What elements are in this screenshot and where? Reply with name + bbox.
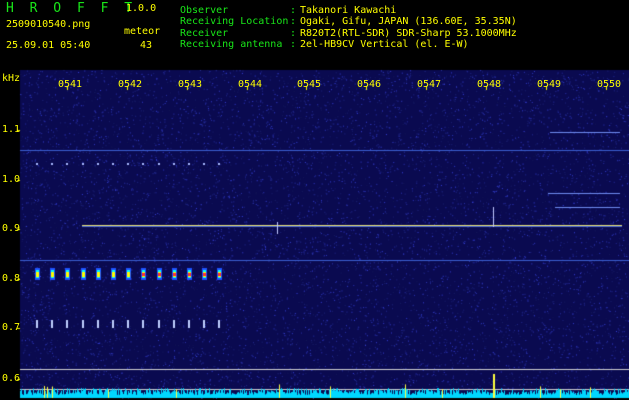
time-tick-label: 0548 [477,79,502,90]
location-label: Receiving Location [180,16,289,27]
time-tick-label: 0544 [238,79,263,90]
observer-label: Observer [180,5,229,16]
frequency-tick-label: 1.0 [2,174,21,185]
app-version: 1.0.0 [126,3,157,14]
app-title: H R O F F T [6,1,137,16]
info-separator: : [290,16,297,27]
hrofft-window: H R O F F T 1.0.0 2509010540.png meteor … [0,0,629,400]
time-tick-label: 0542 [118,79,143,90]
time-tick-label: 0547 [417,79,442,90]
time-tick-label: 0546 [357,79,382,90]
detection-count: 43 [140,40,153,51]
observer-value: Takanori Kawachi [300,5,397,16]
receiver-label: Receiver [180,28,229,39]
frequency-tick-label: 0.7 [2,322,21,333]
frequency-axis-unit: kHz [2,73,21,84]
frequency-tick-label: 0.8 [2,273,21,284]
frequency-tick-label: 0.9 [2,223,21,234]
detection-label: meteor [124,26,161,37]
time-tick-label: 0543 [178,79,203,90]
info-separator: : [290,5,297,16]
location-value: Ogaki, Gifu, JAPAN (136.60E, 35.35N) [300,16,517,27]
time-tick-label: 0549 [537,79,562,90]
frequency-tick-label: 1.1 [2,124,21,135]
spectrogram-canvas [0,0,629,400]
frequency-tick-label: 0.6 [2,373,21,384]
timestamp: 25.09.01 05:40 [6,40,91,51]
antenna-value: 2el-HB9CV Vertical (el. E-W) [300,39,469,50]
file-name: 2509010540.png [6,19,91,30]
info-separator: : [290,39,297,50]
info-separator: : [290,28,297,39]
time-tick-label: 0541 [58,79,83,90]
antenna-label: Receiving antenna [180,39,283,50]
receiver-value: R820T2(RTL-SDR) SDR-Sharp 53.1000MHz [300,28,517,39]
time-tick-label: 0550 [597,79,622,90]
time-tick-label: 0545 [297,79,322,90]
